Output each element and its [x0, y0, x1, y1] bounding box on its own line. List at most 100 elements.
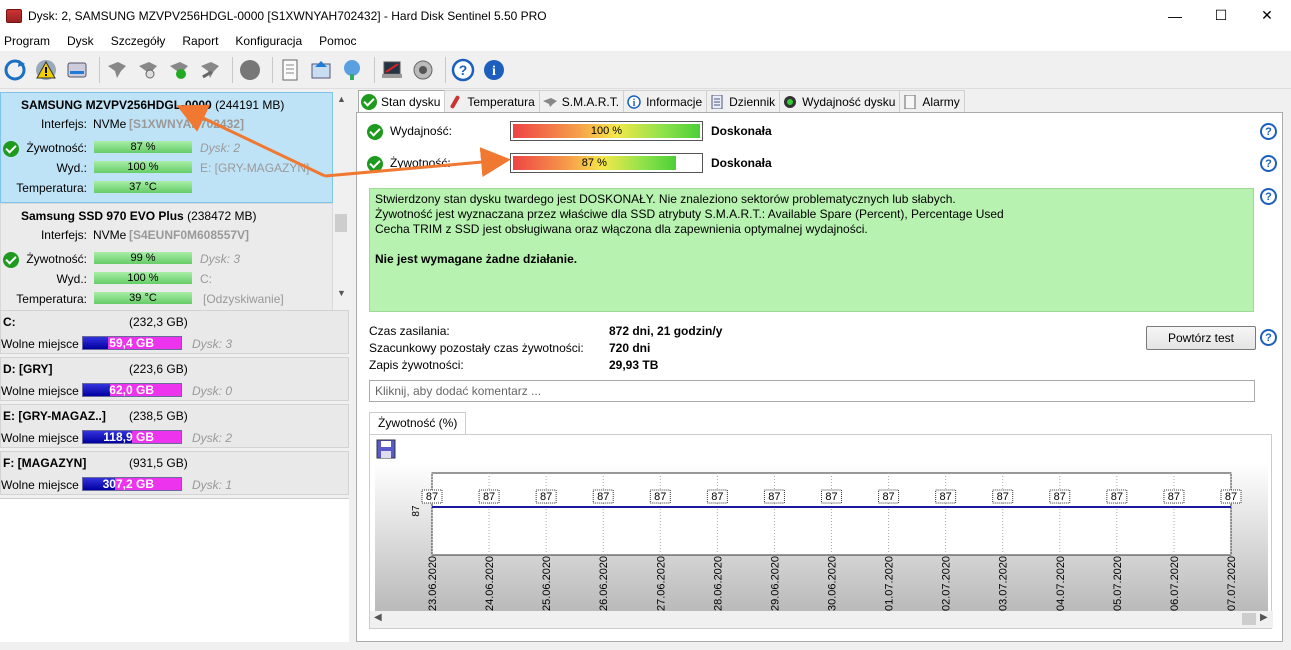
- hdd-tool-icon[interactable]: [197, 56, 223, 84]
- data-label: 87: [426, 491, 438, 503]
- perf-label: Wyd.:: [56, 272, 87, 286]
- menu-szczegoly[interactable]: Szczegóły: [107, 34, 170, 48]
- menu-pomoc[interactable]: Pomoc: [315, 34, 360, 48]
- temperature-label: Temperatura:: [16, 181, 87, 195]
- remaining-value: 720 dni: [609, 341, 651, 355]
- disk-title: Samsung SSD 970 EVO Plus (238472 MB): [1, 208, 332, 224]
- scroll-down-icon[interactable]: ▼: [337, 288, 346, 298]
- scroll-thumb[interactable]: [335, 214, 347, 232]
- hdd-sentinel-icon[interactable]: [104, 56, 130, 84]
- free-space-value: 307,2 GB: [102, 477, 154, 491]
- log-icon: [709, 94, 725, 110]
- perf-help-icon[interactable]: ?: [1260, 123, 1277, 140]
- volume-name: F: [MAGAZYN]: [3, 456, 87, 470]
- warning-icon[interactable]: [33, 56, 59, 84]
- laptop-icon[interactable]: [379, 56, 405, 84]
- tab-alarmy[interactable]: Alarmy: [899, 90, 965, 112]
- volume-label: C:: [200, 272, 212, 286]
- volume-capacity: (232,3 GB): [129, 315, 188, 329]
- perf-label: Wydajność:: [390, 124, 452, 138]
- data-label: 87: [768, 491, 780, 503]
- minimize-button[interactable]: —: [1152, 0, 1198, 31]
- tab-bar: Stan dysku Temperatura S.M.A.R.T. i Infor…: [358, 90, 965, 113]
- health-help-icon[interactable]: ?: [1260, 155, 1277, 172]
- serial-number: [S4EUNF0M608557V]: [129, 228, 250, 242]
- save-icon[interactable]: [376, 439, 396, 459]
- health-label: Żywotność:: [26, 252, 87, 266]
- status-panel: Wydajność: 100 % Doskonała ? Żywotność: …: [356, 112, 1283, 642]
- disk-card-selected[interactable]: SAMSUNG MZVPV256HDGL-0000 (244191 MB) In…: [0, 92, 333, 203]
- data-label: 87: [1111, 491, 1123, 503]
- interface-row: Interfejs: NVMe [S1XWNYAH702432]: [1, 117, 331, 132]
- volume-item[interactable]: D: [GRY] (223,6 GB) Wolne miejsce 62,0 G…: [0, 357, 349, 401]
- volume-disk: Dysk: 3: [192, 337, 233, 351]
- comment-input[interactable]: Kliknij, aby dodać komentarz ...: [369, 380, 1255, 402]
- perf-bar: 100 %: [94, 272, 192, 284]
- free-space-label: Wolne miejsce: [1, 384, 79, 398]
- tab-wydajnosc[interactable]: Wydajność dysku: [779, 90, 901, 112]
- volume-item[interactable]: E: [GRY-MAGAZ..] (238,5 GB) Wolne miejsc…: [0, 404, 349, 448]
- svg-text:?: ?: [459, 62, 468, 78]
- update-icon[interactable]: [308, 56, 334, 84]
- disk-list-scrollbar[interactable]: ▲ ▼: [333, 90, 349, 304]
- speaker-icon[interactable]: [410, 56, 436, 84]
- volume-item[interactable]: F: [MAGAZYN] (931,5 GB) Wolne miejsce 30…: [0, 451, 349, 495]
- free-space-fill: [83, 337, 109, 349]
- scroll-right-icon[interactable]: ▶: [1260, 612, 1268, 623]
- x-tick-label: 23.06.2020: [427, 556, 439, 611]
- free-space-bar: 62,0 GB: [82, 383, 182, 397]
- perf-row: Wyd.: 100 % C:: [1, 272, 331, 287]
- scroll-up-icon[interactable]: ▲: [337, 94, 346, 104]
- tab-label: Wydajność dysku: [802, 94, 896, 109]
- health-bar: 87 %: [510, 153, 703, 173]
- disk-name: Samsung SSD 970 EVO Plus: [21, 209, 184, 223]
- tab-label: Dziennik: [729, 94, 776, 109]
- status-message: Stwierdzony stan dysku twardego jest DOS…: [369, 188, 1254, 312]
- menu-program[interactable]: Program: [0, 34, 54, 48]
- x-tick-label: 26.06.2020: [598, 556, 610, 611]
- free-space-label: Wolne miejsce: [1, 478, 79, 492]
- retest-help-icon[interactable]: ?: [1260, 329, 1277, 346]
- scroll-left-icon[interactable]: ◀: [374, 612, 382, 623]
- health-ok-icon: [367, 156, 383, 172]
- disk-card[interactable]: Samsung SSD 970 EVO Plus (238472 MB) Int…: [0, 203, 333, 314]
- help-icon[interactable]: ?: [450, 56, 476, 84]
- menu-konfiguracja[interactable]: Konfiguracja: [231, 34, 306, 48]
- tab-health-chart[interactable]: Żywotność (%): [369, 412, 467, 434]
- free-space-bar: 307,2 GB: [82, 477, 182, 491]
- hdd-refresh-icon[interactable]: [135, 56, 161, 84]
- menu-raport[interactable]: Raport: [178, 34, 222, 48]
- free-space-value: 59,4 GB: [109, 336, 154, 350]
- tab-stan-dysku[interactable]: Stan dysku: [358, 90, 446, 113]
- chart-scrollbar[interactable]: ◀ ▶: [370, 611, 1273, 628]
- gear-blob-icon[interactable]: [237, 56, 263, 84]
- volume-item[interactable]: C: (232,3 GB) Wolne miejsce 59,4 GB Dysk…: [0, 310, 349, 354]
- x-tick-label: 07.07.2020: [1226, 556, 1238, 611]
- retest-button[interactable]: Powtórz test: [1146, 326, 1256, 350]
- scroll-thumb[interactable]: [1242, 613, 1256, 625]
- menu-dysk[interactable]: Dysk: [63, 34, 98, 48]
- tab-smart[interactable]: S.M.A.R.T.: [538, 90, 625, 112]
- hdd-check-icon[interactable]: [166, 56, 192, 84]
- maximize-button[interactable]: ☐: [1198, 0, 1244, 31]
- document-icon[interactable]: [277, 56, 303, 84]
- x-tick-label: 30.06.2020: [827, 556, 839, 611]
- health-value: 87 %: [581, 157, 607, 169]
- info-icon[interactable]: i: [481, 56, 507, 84]
- tab-informacje[interactable]: i Informacje: [623, 90, 708, 112]
- refresh-icon[interactable]: [2, 56, 28, 84]
- network-icon[interactable]: [339, 56, 365, 84]
- tab-temperatura[interactable]: Temperatura: [444, 90, 540, 112]
- temperature-row: Temperatura: 37 °C: [1, 181, 331, 196]
- tab-dziennik[interactable]: Dziennik: [706, 90, 781, 112]
- disk-icon[interactable]: [64, 56, 90, 84]
- close-button[interactable]: ✕: [1244, 0, 1290, 31]
- message-help-icon[interactable]: ?: [1260, 188, 1277, 205]
- data-label: 87: [597, 491, 609, 503]
- data-label: 87: [711, 491, 723, 503]
- free-space-value: 62,0 GB: [109, 383, 154, 397]
- health-row: Żywotność: 99 % Dysk: 3: [1, 252, 331, 268]
- health-chart-box: 87 87 87 87 87 87 87 87 87 87 87 87 87 87 87 87 23.06.20…: [369, 434, 1273, 629]
- message-line: Żywotność jest wyznaczana przez właściwe…: [375, 207, 1004, 221]
- volume-disk: Dysk: 2: [192, 431, 233, 445]
